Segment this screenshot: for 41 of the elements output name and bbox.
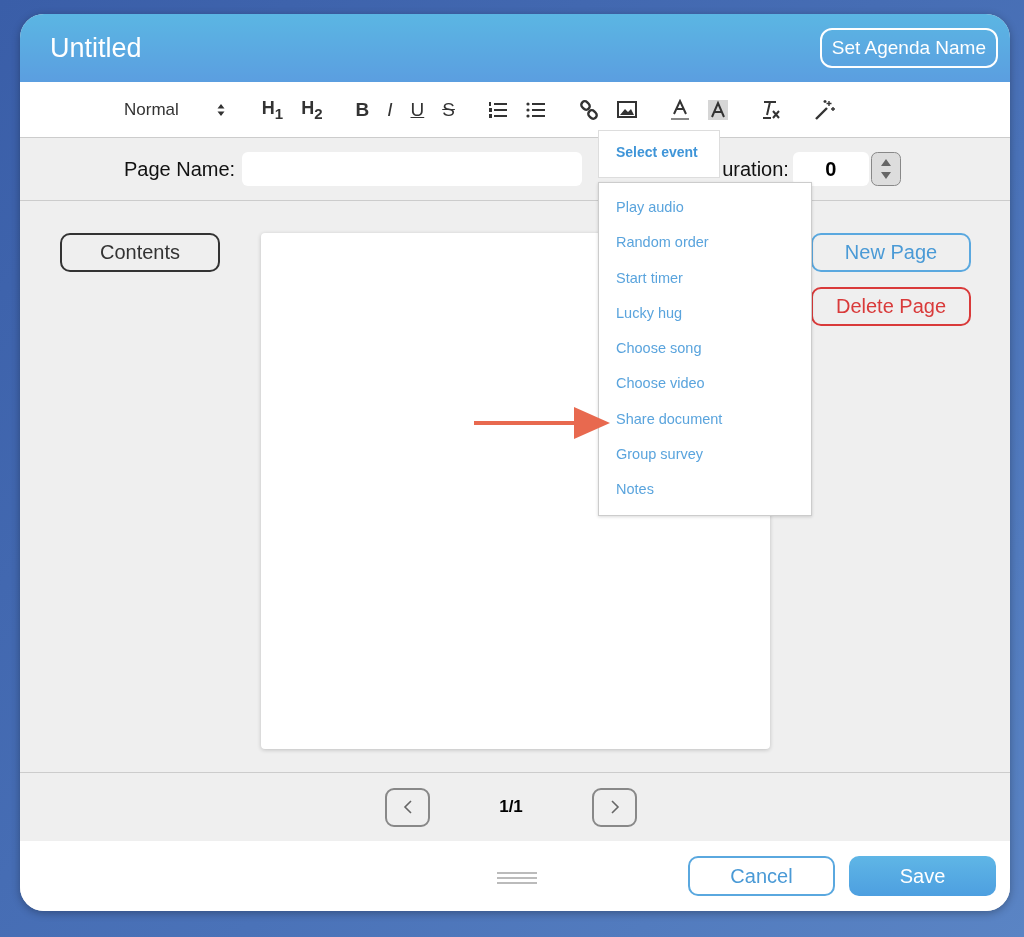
menu-item[interactable]: Choose video [599,374,811,410]
heading-button[interactable]: H$_{2}$ [301,97,323,122]
link-icon[interactable] [578,99,599,120]
underline-button[interactable]: U [410,98,425,121]
menu-item[interactable]: Lucky hug [599,303,811,340]
drag-handle-icon[interactable] [497,872,537,884]
previous-page-button[interactable] [385,787,430,827]
duration-field[interactable]: 0 [792,152,869,186]
numbered-list-icon[interactable] [487,100,508,119]
next-page-button[interactable] [592,787,637,827]
contents-button[interactable]: Contents [60,233,220,272]
clear-formatting-icon[interactable] [760,99,781,120]
chevron-right-icon [609,799,620,815]
magic-wand-icon[interactable] [813,98,836,121]
image-icon[interactable] [616,101,637,118]
up-down-arrows-icon [216,102,225,117]
menu-item[interactable]: Notes [599,480,811,516]
highlight-icon[interactable] [707,99,728,120]
heading-button[interactable]: H$_{1}$ [261,97,284,122]
menu-item[interactable]: Random order [599,233,811,269]
strikethrough-button[interactable]: S [442,98,455,121]
menu-item[interactable]: Start timer [599,268,811,304]
menu-item[interactable]: Group survey [599,445,811,481]
menu-item[interactable]: Share document [599,409,811,446]
menu-item[interactable]: Play audio [599,198,811,234]
duration-label: uration: [722,157,789,181]
window-title: Untitled [50,32,142,64]
bold-button[interactable]: B [355,98,370,121]
italic-button[interactable]: I [387,98,393,121]
bullet-list-icon[interactable] [525,101,546,118]
page-counter: 1/1 [498,797,524,817]
chevron-left-icon [402,799,413,815]
cancel-button[interactable]: Cancel [688,856,835,896]
format-select[interactable]: Normal [118,98,231,121]
set-agenda-name-button[interactable]: Set Agenda Name [819,28,998,68]
stepper-icon[interactable] [870,152,901,186]
page-name-label: Page Name: [124,157,236,181]
select-event-popup[interactable]: Select event [598,130,720,178]
font-color-icon[interactable] [669,98,690,121]
menu-item[interactable]: Choose song [599,339,811,375]
save-button[interactable]: Save [849,856,996,896]
